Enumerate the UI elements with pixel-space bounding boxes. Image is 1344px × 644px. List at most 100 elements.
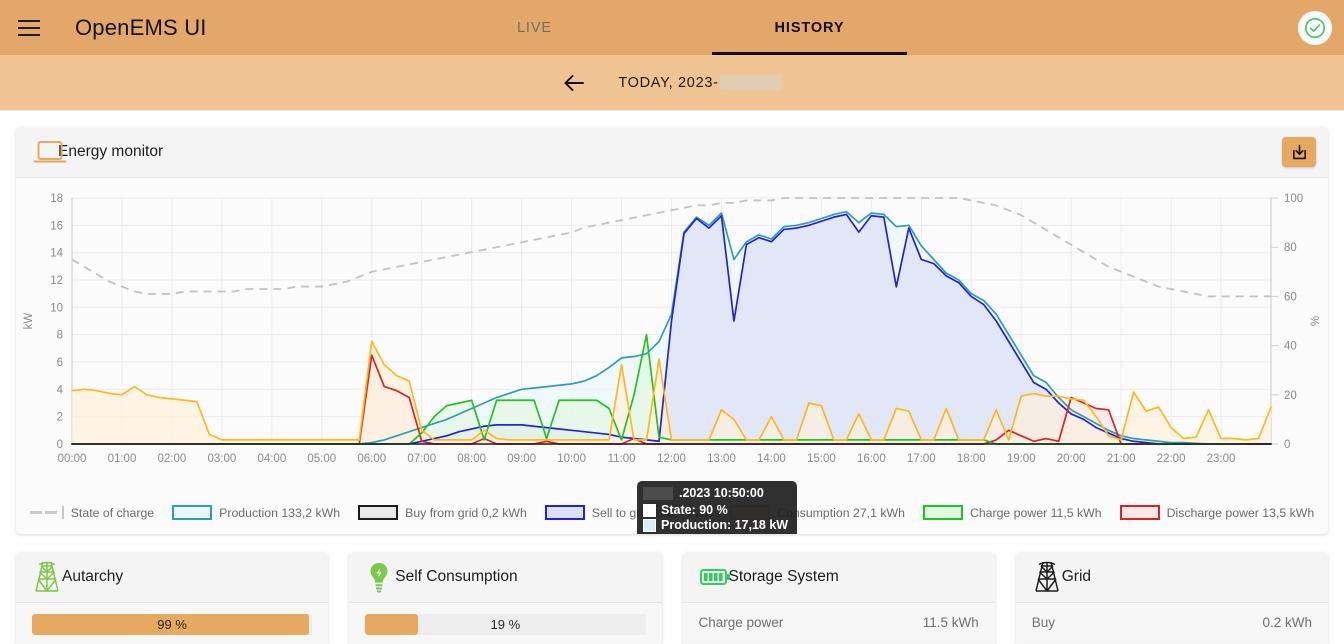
svg-text:14:00: 14:00 bbox=[757, 453, 786, 465]
pylon-icon bbox=[1032, 560, 1062, 594]
svg-text:13:00: 13:00 bbox=[707, 453, 736, 465]
legend-item-discharge-power[interactable]: Discharge power 13,5 kWh bbox=[1119, 505, 1315, 520]
svg-text:12:00: 12:00 bbox=[657, 453, 686, 465]
svg-text:18: 18 bbox=[50, 193, 63, 205]
tooltip-label: Buy: 0 kW bbox=[661, 533, 721, 534]
redacted-date-part bbox=[719, 75, 782, 90]
svg-text:11:00: 11:00 bbox=[608, 453, 636, 465]
legend-label: Production 133,2 kWh bbox=[219, 505, 341, 520]
legend-label: State of charge bbox=[70, 505, 155, 520]
tooltip-label: Production: 17,18 kW bbox=[661, 517, 789, 532]
svg-text:16: 16 bbox=[50, 220, 63, 232]
self-consumption-title: Self Consumption bbox=[395, 568, 518, 585]
svg-text:8: 8 bbox=[57, 330, 63, 342]
export-button[interactable] bbox=[1282, 137, 1316, 167]
current-date-label[interactable]: TODAY, 2023- bbox=[618, 74, 782, 91]
tooltip-label: State: 90 % bbox=[661, 502, 728, 517]
storage-system-card-body: Charge power 11.5 kWh bbox=[682, 603, 995, 642]
legend-swatch bbox=[922, 505, 963, 520]
svg-text:15:00: 15:00 bbox=[807, 453, 836, 465]
svg-text:60: 60 bbox=[1284, 291, 1297, 303]
summary-cards-row: Autarchy 99 % Self Consumption 19 % Stor… bbox=[16, 552, 1328, 644]
svg-text:40: 40 bbox=[1284, 341, 1297, 353]
storage-system-card: Storage System Charge power 11.5 kWh bbox=[682, 552, 995, 644]
svg-text:19:00: 19:00 bbox=[1007, 453, 1036, 465]
chart-canvas-wrap[interactable]: 0 2 4 6 8 10 12 14 16 18 0 20 40 60 80 100 00:00 01:00 02:… bbox=[16, 186, 1328, 534]
tooltip-row: Buy: 0 kW bbox=[643, 533, 789, 534]
legend-swatch bbox=[29, 506, 64, 519]
self-consumption-card: Self Consumption 19 % bbox=[349, 552, 662, 644]
pylon-icon bbox=[32, 560, 62, 594]
tooltip-row: State: 90 % bbox=[643, 503, 789, 518]
svg-text:08:00: 08:00 bbox=[457, 453, 486, 465]
svg-text:10: 10 bbox=[50, 302, 63, 314]
legend-item-charge-power[interactable]: Charge power 11,5 kWh bbox=[922, 505, 1102, 520]
svg-text:2: 2 bbox=[57, 412, 63, 424]
svg-text:16:00: 16:00 bbox=[857, 453, 886, 465]
legend-swatch bbox=[172, 505, 213, 520]
hamburger-icon[interactable] bbox=[18, 13, 48, 43]
self-consumption-value: 19 % bbox=[490, 617, 521, 632]
tooltip-swatch bbox=[643, 503, 656, 517]
svg-text:14: 14 bbox=[50, 248, 63, 260]
svg-text:23:00: 23:00 bbox=[1207, 453, 1236, 465]
energy-history-chart[interactable]: 0 2 4 6 8 10 12 14 16 18 0 20 40 60 80 100 00:00 01:00 02:… bbox=[16, 186, 1326, 486]
tab-history[interactable]: HISTORY bbox=[712, 0, 907, 55]
back-arrow-icon[interactable] bbox=[562, 72, 586, 94]
storage-system-title: Storage System bbox=[728, 568, 839, 585]
svg-text:17:00: 17:00 bbox=[907, 453, 936, 465]
check-circle-icon bbox=[1305, 17, 1325, 38]
legend-label: Discharge power 13,5 kWh bbox=[1166, 505, 1315, 520]
grid-buy-value: 0.2 kWh bbox=[1262, 615, 1312, 630]
svg-text:20:00: 20:00 bbox=[1057, 453, 1086, 465]
self-consumption-card-header: Self Consumption bbox=[349, 552, 662, 603]
date-text: TODAY, 2023- bbox=[618, 74, 719, 91]
svg-text:100: 100 bbox=[1284, 193, 1303, 205]
energy-monitor-header: Energy monitor bbox=[16, 127, 1328, 178]
svg-text:22:00: 22:00 bbox=[1157, 453, 1186, 465]
svg-text:20: 20 bbox=[1284, 390, 1297, 402]
energy-monitor-card: Energy monitor 0 2 4 6 8 10 12 14 16 18 0 20 40 60 80 1… bbox=[16, 127, 1328, 534]
legend-swatch bbox=[544, 505, 585, 520]
status-badge[interactable] bbox=[1298, 10, 1332, 45]
legend-item-buy-from-grid[interactable]: Buy from grid 0,2 kWh bbox=[358, 505, 527, 520]
svg-text:05:00: 05:00 bbox=[307, 453, 336, 465]
svg-text:01:00: 01:00 bbox=[108, 453, 137, 465]
svg-text:07:00: 07:00 bbox=[407, 453, 436, 465]
svg-text:kW: kW bbox=[23, 313, 35, 330]
storage-charge-power-row: Charge power 11.5 kWh bbox=[699, 614, 979, 630]
legend-item-state-of-charge[interactable]: State of charge bbox=[29, 505, 155, 520]
svg-text:00:00: 00:00 bbox=[58, 453, 87, 465]
autarchy-title: Autarchy bbox=[62, 568, 124, 585]
svg-text:12: 12 bbox=[50, 275, 63, 287]
svg-text:0: 0 bbox=[57, 439, 63, 451]
svg-text:06:00: 06:00 bbox=[357, 453, 386, 465]
svg-text:02:00: 02:00 bbox=[158, 453, 187, 465]
chart-tooltip: .2023 10:50:00 State: 90 % Production: 1… bbox=[637, 481, 797, 534]
legend-label: Charge power 11,5 kWh bbox=[969, 505, 1102, 520]
page-content: Energy monitor 0 2 4 6 8 10 12 14 16 18 0 20 40 60 80 1… bbox=[0, 111, 1344, 644]
grid-buy-row: Buy 0.2 kWh bbox=[1032, 614, 1312, 630]
storage-charge-power-key: Charge power bbox=[698, 615, 784, 630]
app-title: OpenEMS UI bbox=[75, 14, 207, 40]
legend-item-production[interactable]: Production 133,2 kWh bbox=[172, 505, 340, 520]
svg-text:21:00: 21:00 bbox=[1107, 453, 1136, 465]
self-consumption-card-body: 19 % bbox=[349, 603, 662, 644]
tab-live[interactable]: LIVE bbox=[437, 0, 632, 55]
app-header: OpenEMS UI LIVE HISTORY bbox=[0, 0, 1344, 55]
svg-text:18:00: 18:00 bbox=[957, 453, 986, 465]
bulb-icon bbox=[365, 560, 393, 594]
autarchy-card-body: 99 % bbox=[16, 603, 329, 644]
tooltip-row: Production: 17,18 kW bbox=[643, 518, 789, 533]
svg-text:03:00: 03:00 bbox=[207, 453, 236, 465]
svg-text:%: % bbox=[1310, 316, 1322, 326]
grid-card-body: Buy 0.2 kWh bbox=[1015, 603, 1328, 642]
self-consumption-progress-fill bbox=[365, 614, 419, 635]
autarchy-progress-bar: 99 % bbox=[32, 614, 313, 635]
date-navigation-bar: TODAY, 2023- bbox=[0, 55, 1344, 111]
legend-swatch bbox=[358, 505, 399, 520]
grid-card-header: Grid bbox=[1015, 552, 1328, 603]
tooltip-title-swatch bbox=[643, 486, 673, 500]
storage-charge-power-value: 11.5 kWh bbox=[922, 615, 979, 630]
svg-text:6: 6 bbox=[57, 357, 63, 369]
